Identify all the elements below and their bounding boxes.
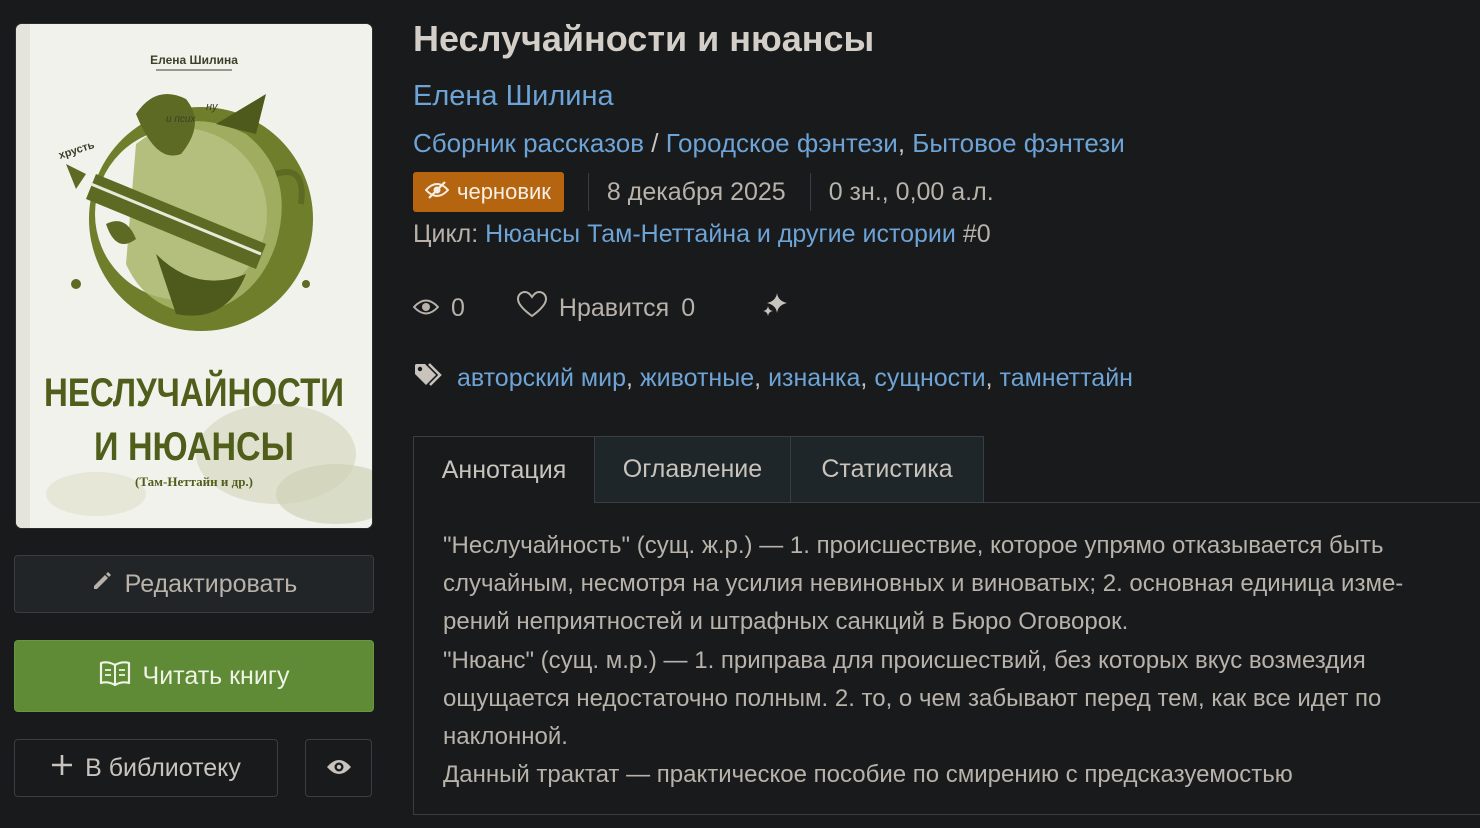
meta-divider: [587, 173, 589, 211]
genre-list: Сборник рассказов / Городское фэнтези, Б…: [413, 128, 1125, 159]
status-badge: черновик: [413, 172, 564, 212]
likes-label: Нравится: [558, 293, 670, 322]
tags-icon: [413, 362, 445, 395]
genre-link[interactable]: Городское фэнтези: [666, 128, 898, 158]
sparkles-button[interactable]: [761, 291, 789, 326]
annotation-text: "Неслучайность" (сущ. ж.р.) — 1. происше…: [443, 527, 1477, 794]
tag-link[interactable]: авторский мир: [457, 364, 626, 393]
pencil-icon: [91, 570, 113, 599]
eye-slash-icon: [424, 179, 450, 205]
cover-author: Елена Шилина: [150, 53, 238, 67]
tag-link[interactable]: изнанка: [768, 364, 860, 393]
cover-subtitle: (Там-Неттайн и др.): [135, 474, 253, 489]
add-to-library-label: В библиотеку: [85, 753, 241, 782]
like-button[interactable]: Нравится 0: [516, 290, 696, 325]
author-link[interactable]: Елена Шилина: [413, 80, 614, 113]
read-book-button[interactable]: Читать книгу: [14, 640, 374, 712]
tag-separator: ,: [625, 364, 633, 392]
likes-count: 0: [681, 293, 696, 322]
tag-list: авторский мир, животные, изнанка, сущнос…: [413, 362, 1133, 395]
book-size: 0 зн., 0,00 а.л.: [828, 177, 994, 206]
tag-link[interactable]: сущности: [874, 364, 985, 393]
publication-date: 8 декабря 2025: [606, 177, 786, 206]
edit-button[interactable]: Редактировать: [14, 555, 374, 613]
tag-separator: ,: [985, 364, 993, 392]
tab-statistics[interactable]: Статистика: [791, 436, 984, 503]
status-badge-label: черновик: [457, 179, 551, 204]
annotation-line: "Неслучайность" (сущ. ж.р.) — 1. происше…: [443, 532, 1384, 559]
genre-link[interactable]: Бытовое фэнтези: [912, 128, 1124, 158]
annotation-line: наклонной.: [443, 723, 568, 751]
sparkles-icon: [761, 291, 789, 326]
book-tabs: Аннотация Оглавление Статистика: [413, 436, 984, 503]
edit-button-label: Редактировать: [124, 569, 298, 598]
genre-separator: ,: [897, 128, 906, 158]
cover-title-line1: НЕСЛУЧАЙНОСТИ: [44, 369, 344, 415]
genre-link[interactable]: Сборник рассказов: [413, 128, 644, 158]
annotation-line: "Нюанс" (сущ. м.р.) — 1. приправа для пр…: [443, 646, 1366, 674]
cycle-number: #0: [962, 220, 991, 248]
book-cover: Елена Шилина ну и псих хрусть НЕСЛУЧАЙНО…: [16, 24, 372, 528]
tab-annotation[interactable]: Аннотация: [413, 436, 595, 503]
tag-separator: ,: [860, 364, 868, 392]
annotation-line: Данный трактат — практическое пособие по…: [443, 761, 1293, 789]
meta-divider: [809, 173, 811, 211]
cover-illustration: Елена Шилина ну и псих хрусть НЕСЛУЧАЙНО…: [16, 24, 372, 528]
tag-link[interactable]: тамнеттайн: [1000, 364, 1133, 393]
heart-icon: [516, 290, 547, 325]
cycle-link[interactable]: Нюансы Там-Неттайна и другие истории: [485, 220, 956, 248]
eye-icon: [326, 754, 352, 783]
cover-doodle-psih: и псих: [166, 114, 196, 125]
tag-link[interactable]: животные: [640, 364, 754, 393]
add-to-library-button[interactable]: В библиотеку: [14, 739, 278, 797]
read-book-label: Читать книгу: [142, 661, 290, 690]
book-title: Неслучайности и нюансы: [413, 18, 875, 59]
annotation-line: случайным, несмотря на усилия невиновных…: [443, 570, 1404, 598]
book-meta: черновик 8 декабря 2025 0 зн., 0,00 а.л.: [413, 172, 994, 212]
cycle-info: Цикл: Нюансы Там-Неттайна и другие истор…: [413, 220, 991, 249]
tab-contents[interactable]: Оглавление: [595, 436, 791, 503]
book-stats: 0 Нравится 0: [412, 288, 789, 328]
cover-title-line2: И НЮАНСЫ: [94, 425, 294, 469]
views-stat: 0: [412, 293, 465, 323]
open-book-icon: [99, 660, 131, 693]
annotation-line: ощущается недостаточно полным. 2. то, о …: [443, 684, 1382, 712]
cycle-label: Цикл:: [413, 220, 479, 248]
eye-icon: [412, 294, 440, 323]
plus-icon: [51, 754, 73, 783]
cover-doodle-nu: ну: [206, 101, 219, 113]
tag-separator: ,: [754, 364, 762, 392]
views-count: 0: [451, 293, 465, 322]
annotation-line: рений неприятностей и штрафных санкций в…: [443, 608, 1129, 636]
genre-separator: /: [651, 128, 659, 158]
watch-button[interactable]: [305, 739, 372, 797]
